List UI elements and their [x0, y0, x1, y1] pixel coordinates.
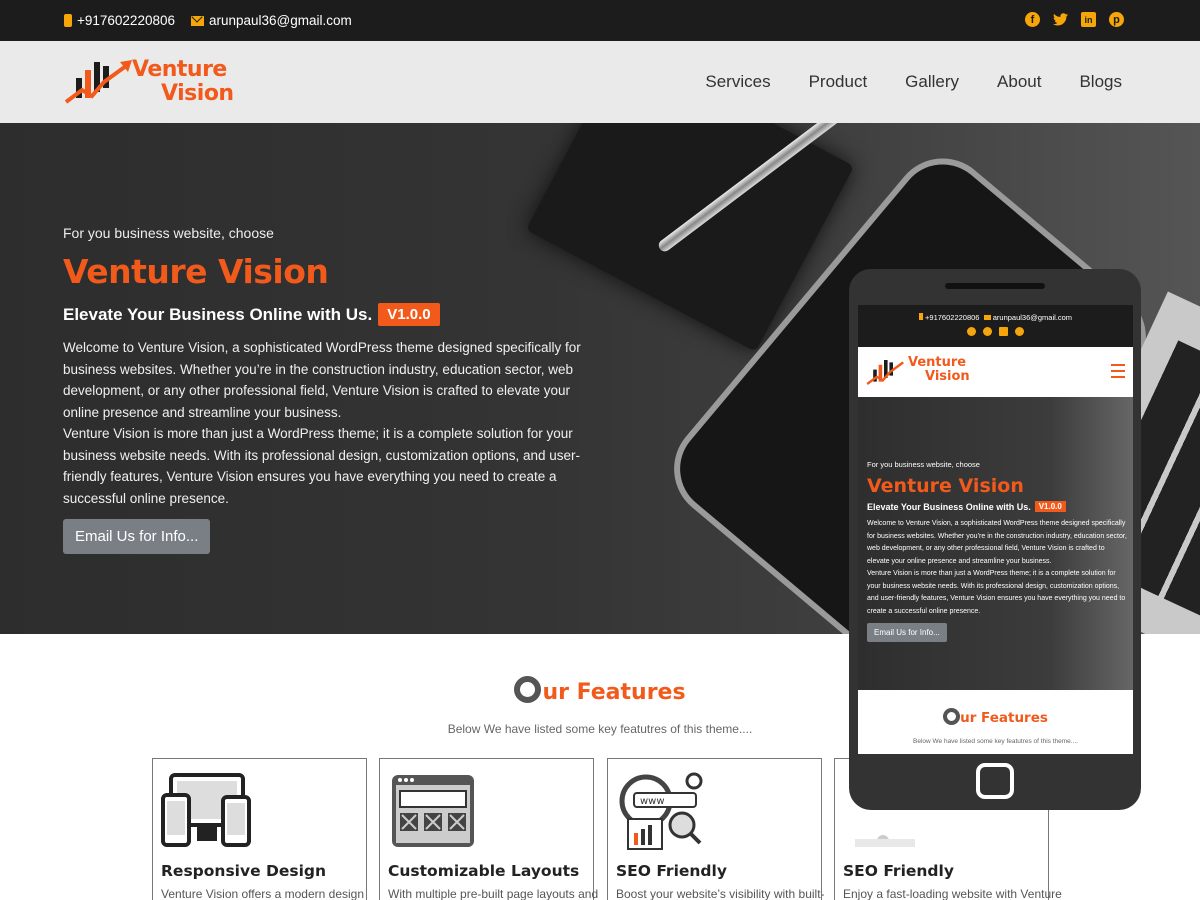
mobile-screen: +917602220806 arunpaul36@gmail.com Ventu… — [858, 305, 1133, 754]
mobile-features-header: ur Features Below We have listed some ke… — [858, 690, 1133, 745]
hero-title: Venture Vision — [63, 252, 329, 291]
mobile-version-badge: V1.0.0 — [1034, 501, 1066, 512]
mobile-features-subtitle: Below We have listed some key featutres … — [913, 738, 1078, 745]
twitter-icon[interactable] — [1053, 12, 1068, 27]
mobile-hero-tagline-row: Elevate Your Business Online with Us. V1… — [867, 501, 1127, 512]
feature-card-title: SEO Friendly — [843, 862, 954, 880]
mobile-hero-tagline: Elevate Your Business Online with Us. — [867, 501, 1031, 512]
nav-product[interactable]: Product — [809, 72, 868, 92]
feature-card: Customizable Layouts With multiple pre-b… — [379, 758, 598, 900]
mobile-logo-vision: Vision — [925, 369, 970, 384]
mobile-preview-mockup: +917602220806 arunpaul36@gmail.com Ventu… — [849, 269, 1141, 810]
feature-card-desc: Enjoy a fast-loading website with Ventur… — [843, 887, 1062, 900]
feature-card: www SEO Friendly Boost your website’s vi… — [607, 758, 825, 900]
mail-icon — [190, 15, 204, 26]
features-title-text: ur Features — [542, 680, 686, 705]
site-logo[interactable]: Venture Vision — [64, 54, 234, 110]
seo-icon: www — [619, 772, 703, 850]
mobile-logo-venture: Venture — [908, 355, 967, 370]
feature-card-title: Responsive Design — [161, 862, 327, 880]
feature-card-desc: Boost your website’s visibility with bui… — [616, 887, 825, 900]
pinterest-icon[interactable]: p — [1109, 12, 1124, 27]
features-title: ur Features — [514, 676, 686, 705]
logo-chart-icon — [64, 60, 132, 104]
twitter-icon[interactable] — [983, 327, 992, 336]
hero-subtitle: For you business website, choose — [63, 225, 274, 241]
site-header: Venture Vision Services Product Gallery … — [0, 41, 1200, 123]
main-nav: Services Product Gallery About Blogs — [705, 72, 1122, 92]
feature-card-title: SEO Friendly — [616, 862, 727, 880]
email-info-button[interactable]: Email Us for Info... — [63, 519, 211, 554]
linkedin-icon[interactable]: in — [1081, 12, 1096, 27]
responsive-design-icon — [161, 773, 251, 847]
phone-speaker — [945, 283, 1045, 289]
email-contact[interactable]: arunpaul36@gmail.com — [190, 13, 352, 28]
mobile-social-links — [858, 327, 1133, 336]
feature-card-title: Customizable Layouts — [388, 862, 580, 880]
features-title-o — [514, 676, 542, 703]
phone-contact[interactable]: +917602220806 — [64, 13, 175, 28]
social-links: f in p — [1025, 12, 1124, 27]
email-address: arunpaul36@gmail.com — [208, 13, 352, 28]
mobile-top-bar: +917602220806 arunpaul36@gmail.com — [858, 305, 1133, 347]
mobile-hero-description: Welcome to Venture Vision, a sophisticat… — [867, 518, 1127, 618]
hero-tagline-row: Elevate Your Business Online with Us. V1… — [63, 303, 603, 326]
phone-number: +917602220806 — [77, 13, 175, 28]
feature-card-desc: Venture Vision offers a modern design — [161, 887, 365, 900]
mobile-features-title: ur Features — [943, 708, 1048, 726]
layout-icon — [392, 775, 474, 847]
hero-description-p1: Welcome to Venture Vision, a sophisticat… — [63, 340, 581, 420]
mobile-hero-description-p1: Welcome to Venture Vision, a sophisticat… — [867, 520, 1127, 565]
version-badge: V1.0.0 — [378, 303, 440, 326]
facebook-icon[interactable]: f — [1025, 12, 1040, 27]
contact-info: +917602220806 arunpaul36@gmail.com — [64, 13, 352, 28]
mobile-hero-description-p2: Venture Vision is more than just a WordP… — [867, 570, 1126, 615]
nav-services[interactable]: Services — [705, 72, 770, 92]
feature-card: Responsive Design Venture Vision offers … — [152, 758, 367, 900]
top-bar: +917602220806 arunpaul36@gmail.com f in … — [0, 0, 1200, 41]
nav-blogs[interactable]: Blogs — [1079, 72, 1122, 92]
nav-about[interactable]: About — [997, 72, 1041, 92]
logo-chart-icon — [866, 360, 904, 385]
mobile-email: arunpaul36@gmail.com — [992, 313, 1073, 322]
phone-home-button — [976, 763, 1014, 799]
hero-description-p2: Venture Vision is more than just a WordP… — [63, 426, 581, 506]
pinterest-icon[interactable] — [1015, 327, 1024, 336]
mobile-features-title-text: ur Features — [960, 710, 1048, 726]
mobile-hero-title: Venture Vision — [867, 475, 1024, 497]
mobile-contact: +917602220806 arunpaul36@gmail.com — [858, 313, 1133, 322]
mobile-hero: For you business website, choose Venture… — [858, 397, 1133, 690]
mobile-header: Venture Vision — [858, 347, 1133, 397]
facebook-icon[interactable] — [967, 327, 976, 336]
phone-icon — [64, 14, 72, 27]
mobile-features-title-o — [943, 708, 961, 725]
logo-text-venture: Venture — [132, 57, 227, 82]
hero-content: For you business website, choose Venture… — [63, 225, 603, 554]
hero-description: Welcome to Venture Vision, a sophisticat… — [63, 337, 603, 509]
nav-gallery[interactable]: Gallery — [905, 72, 959, 92]
svg-text:www: www — [640, 796, 665, 807]
hero-tagline: Elevate Your Business Online with Us. — [63, 304, 373, 324]
linkedin-icon[interactable] — [999, 327, 1008, 336]
logo-text-vision: Vision — [161, 81, 234, 106]
mobile-hero-subtitle: For you business website, choose — [867, 460, 980, 469]
feature-card-desc: With multiple pre-built page layouts and — [388, 887, 599, 900]
mobile-phone-number: +917602220806 — [925, 313, 980, 322]
mobile-email-info-button[interactable]: Email Us for Info... — [867, 623, 947, 642]
hamburger-menu-icon[interactable] — [1111, 364, 1125, 378]
